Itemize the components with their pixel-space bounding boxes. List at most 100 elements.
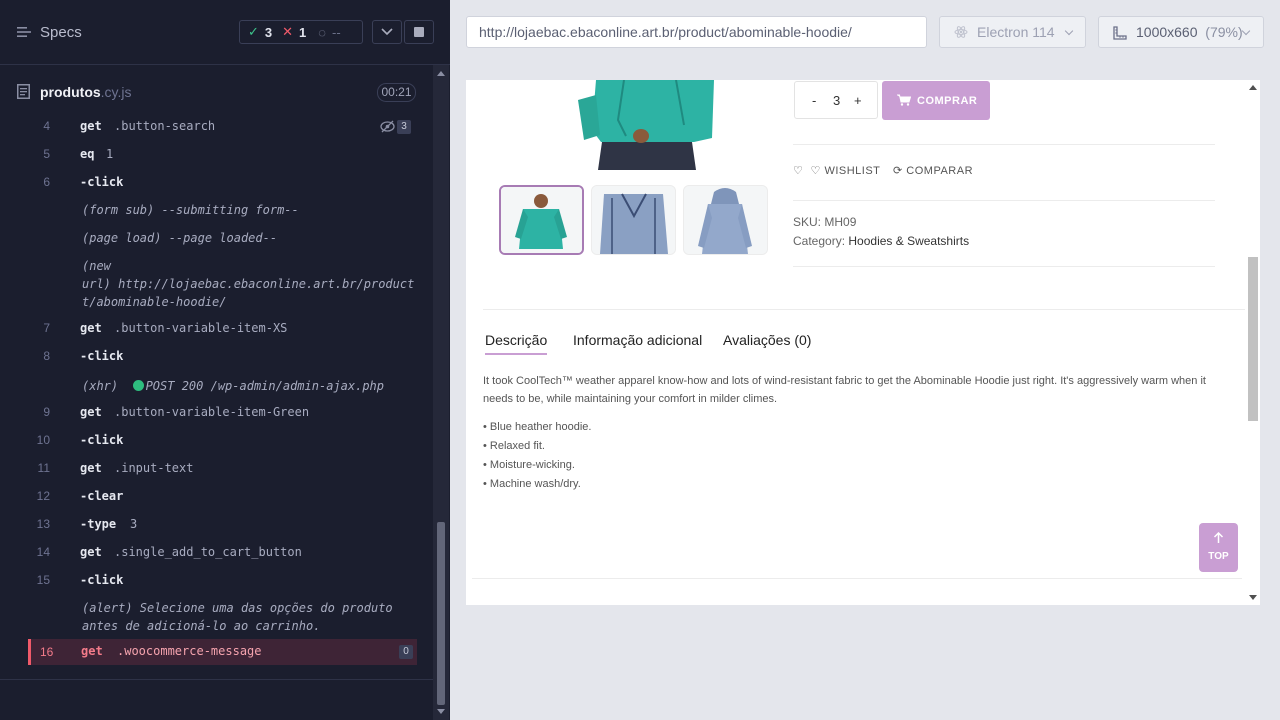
chevron-down-icon: [381, 28, 393, 36]
quantity-decrement-button[interactable]: -: [812, 93, 816, 108]
wishlist-link[interactable]: ♡ ♡ WISHLIST: [793, 164, 880, 177]
command-arg: 1: [106, 147, 114, 161]
teal-hoodie-thumbnail-image: [501, 187, 582, 253]
alert-event-line2: antes de adicioná-lo ao carrinho.: [82, 619, 321, 633]
url-bar[interactable]: http://lojaebac.ebaconline.art.br/produc…: [466, 16, 927, 48]
browser-name: Electron 114: [977, 24, 1055, 40]
xhr-prefix: (xhr): [82, 379, 119, 393]
command-number: 9: [43, 405, 50, 419]
aut-scrollbar[interactable]: [1246, 80, 1260, 605]
command-number: 4: [43, 119, 50, 133]
scroll-down-arrow-icon[interactable]: [437, 709, 445, 714]
sku-value: MH09: [824, 215, 857, 229]
command-number: 8: [43, 349, 50, 363]
command-log: 4 get .button-search 3 5 eq 1 6 -click (…: [0, 113, 432, 679]
category-link[interactable]: Hoodies & Sweatshirts: [848, 234, 969, 248]
product-main-image[interactable]: [566, 80, 741, 170]
eye-off-icon: [380, 120, 395, 133]
test-stats: ✓ 3 ✕ 1 ◌ --: [239, 20, 363, 44]
viewport-selector[interactable]: 1000x660 (79%): [1098, 16, 1264, 48]
command-name: get: [80, 461, 102, 475]
product-description: It took CoolTech™ weather apparel know-h…: [483, 375, 1206, 405]
scrollbar-thumb[interactable]: [437, 522, 445, 705]
zoom-level: (79%): [1205, 24, 1243, 40]
failed-stat: ✕ 1: [282, 24, 306, 40]
command-number: 14: [36, 545, 50, 559]
quantity-input[interactable]: 3: [833, 93, 840, 108]
electron-icon: [954, 26, 968, 38]
blue-hoodie-back-thumbnail-image: [684, 186, 767, 254]
new-url-event-line1: (new: [82, 259, 111, 273]
command-name: get: [80, 545, 102, 559]
ruler-icon: [1113, 26, 1127, 40]
scroll-up-arrow-icon[interactable]: [1249, 85, 1257, 90]
compare-link[interactable]: ⟳ COMPARAR: [893, 164, 973, 177]
command-name: -click: [80, 175, 124, 189]
reporter-header: Specs ✓ 3 ✕ 1 ◌ --: [0, 0, 450, 65]
scroll-up-arrow-icon[interactable]: [437, 71, 445, 76]
command-number: 15: [36, 573, 50, 587]
divider: [483, 309, 1245, 310]
command-arg: .button-search: [114, 119, 216, 133]
add-to-cart-label: COMPRAR: [917, 95, 978, 107]
command-number: 11: [37, 461, 50, 475]
command-name: -type: [80, 517, 117, 531]
divider: [472, 578, 1242, 579]
product-features-list: • Blue heather hoodie. • Relaxed fit. • …: [483, 418, 591, 494]
chevron-down-icon: [1241, 26, 1251, 36]
new-url-event-line3: t/abominable-hoodie/: [82, 295, 227, 309]
command-name: get: [80, 321, 102, 335]
list-item: • Moisture-wicking.: [483, 459, 575, 471]
aut-panel: http://lojaebac.ebaconline.art.br/produc…: [450, 0, 1280, 720]
chevron-down-icon: [1064, 26, 1074, 36]
quantity-increment-button[interactable]: +: [854, 93, 862, 108]
command-number: 12: [36, 489, 50, 503]
list-item: • Machine wash/dry.: [483, 478, 581, 490]
cypress-runner: Specs ✓ 3 ✕ 1 ◌ -- produtos.cy.js 00:21 …: [0, 0, 1280, 720]
specs-button-label[interactable]: Specs: [40, 24, 82, 41]
compare-label: COMPARAR: [906, 165, 974, 177]
reporter-scrollbar[interactable]: [433, 65, 449, 720]
page-load-event: (page load) --page loaded--: [82, 231, 278, 245]
product-thumbnail[interactable]: [591, 185, 676, 255]
add-to-cart-button[interactable]: COMPRAR: [882, 81, 990, 120]
scroll-down-arrow-icon[interactable]: [1249, 595, 1257, 600]
command-number: 16: [40, 645, 54, 659]
stop-button[interactable]: [404, 20, 434, 44]
browser-selector[interactable]: Electron 114: [939, 16, 1086, 48]
command-name: -click: [80, 349, 124, 363]
quantity-stepper[interactable]: - 3 +: [794, 81, 878, 119]
command-name: -click: [80, 433, 124, 447]
divider: [793, 144, 1215, 145]
tab-description[interactable]: Descrição: [485, 332, 548, 355]
product-thumbnail[interactable]: [683, 185, 768, 255]
command-name: eq: [80, 147, 95, 161]
x-icon: ✕: [282, 24, 294, 39]
failed-command-row[interactable]: 16 get .woocommerce-message 0: [28, 639, 417, 665]
back-to-top-button[interactable]: TOP: [1199, 523, 1238, 572]
sku-label: SKU:: [793, 215, 822, 229]
product-category: Category: Hoodies & Sweatshirts: [793, 234, 969, 248]
pending-stat: ◌ --: [318, 25, 340, 40]
heart-icon: ♡: [810, 165, 821, 177]
pending-count: --: [332, 24, 341, 40]
divider: [0, 679, 433, 680]
collapse-tests-button[interactable]: [372, 20, 402, 44]
specs-list-icon[interactable]: [17, 25, 31, 39]
blue-hoodie-front-thumbnail-image: [592, 186, 675, 254]
wishlist-label: WISHLIST: [824, 165, 881, 177]
command-name: get: [80, 119, 102, 133]
product-thumbnail[interactable]: [499, 185, 584, 255]
refresh-icon: ⟳: [893, 165, 903, 177]
tab-additional-info[interactable]: Informação adicional: [573, 332, 702, 348]
spec-file-ext: .cy.js: [100, 84, 132, 100]
command-name: -click: [80, 573, 124, 587]
element-count-badge: 3: [397, 120, 411, 134]
scrollbar-thumb[interactable]: [1248, 257, 1258, 421]
tab-reviews[interactable]: Avaliações (0): [723, 332, 811, 348]
form-submit-event: (form sub) --submitting form--: [82, 203, 299, 217]
spec-file-header[interactable]: produtos.cy.js 00:21: [0, 75, 432, 109]
category-label: Category:: [793, 234, 846, 248]
command-arg: .single_add_to_cart_button: [114, 545, 302, 559]
command-number: 10: [36, 433, 50, 447]
